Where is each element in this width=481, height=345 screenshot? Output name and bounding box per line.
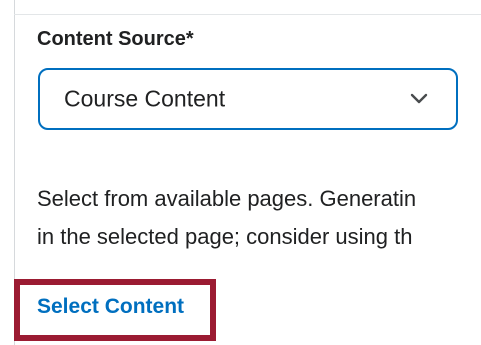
- content-source-select[interactable]: Course Content: [38, 68, 458, 130]
- description-line: in the selected page; consider using th: [37, 224, 413, 249]
- panel-top-border: [14, 14, 481, 15]
- content-source-label: Content Source*: [37, 28, 194, 50]
- content-source-description: Select from available pages. Generatin i…: [37, 180, 481, 256]
- chevron-down-icon: [410, 93, 428, 104]
- description-line: Select from available pages. Generatin: [37, 186, 417, 211]
- content-source-selected-value: Course Content: [64, 85, 226, 112]
- select-content-link[interactable]: Select Content: [37, 295, 184, 319]
